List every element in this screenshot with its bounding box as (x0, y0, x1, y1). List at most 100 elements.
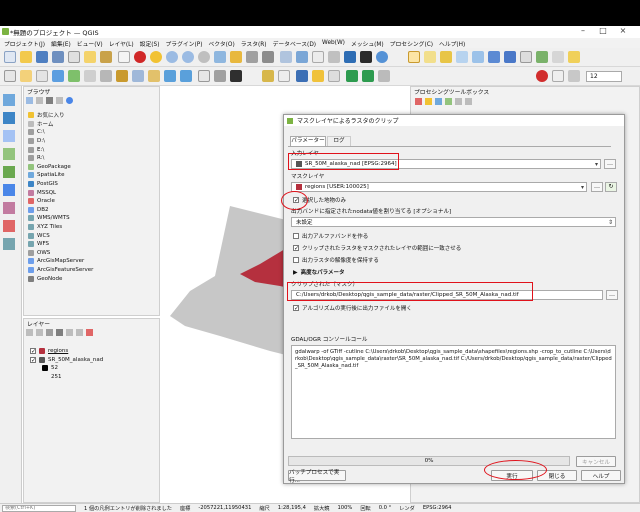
delete-selected-icon[interactable] (100, 70, 112, 82)
cancel-button[interactable]: キャンセル (576, 456, 616, 467)
history-icon[interactable] (435, 98, 442, 105)
tree-item-postgis[interactable]: PostGIS (28, 180, 158, 189)
menu-view[interactable]: ビュー(V) (77, 39, 103, 48)
identify-icon[interactable] (376, 51, 388, 63)
redo-icon[interactable] (180, 70, 192, 82)
filter-icon[interactable] (56, 329, 63, 336)
open-project-icon[interactable] (20, 51, 32, 63)
maximize-icon[interactable]: □ (594, 26, 612, 35)
tree-item-r[interactable]: R:\ (28, 154, 158, 163)
tree-item-d[interactable]: D:\ (28, 137, 158, 146)
collapse-icon[interactable] (76, 329, 83, 336)
snapping-tolerance-input[interactable]: 12 (586, 71, 622, 82)
georef-icon[interactable] (312, 70, 324, 82)
layout-manager-icon[interactable] (84, 51, 96, 63)
statistics-icon[interactable] (328, 51, 340, 63)
zoom-layer-icon[interactable] (230, 51, 242, 63)
locator-search-input[interactable]: 検索(Ctrl+K) (2, 504, 76, 512)
database-icon[interactable] (344, 51, 356, 63)
tree-item-xyz[interactable]: XYZ Tiles (28, 223, 158, 232)
refresh-icon[interactable] (26, 97, 33, 104)
python-icon[interactable] (360, 51, 372, 63)
abc-label-icon[interactable] (230, 70, 242, 82)
magnifier-readout[interactable]: 100% (338, 505, 353, 511)
add-mesh-icon[interactable] (3, 130, 15, 142)
tree-item-geopackage[interactable]: GeoPackage (28, 163, 158, 172)
layout-icon[interactable] (134, 51, 146, 63)
tree-item-favorites[interactable]: お気に入り (28, 111, 158, 120)
options-icon[interactable] (465, 98, 472, 105)
zoom-rubberband-icon[interactable] (198, 51, 210, 63)
edit-features-icon[interactable] (455, 98, 462, 105)
add-spatialite-icon[interactable] (3, 166, 15, 178)
add-oracle-icon[interactable] (3, 220, 15, 232)
iterate-icon[interactable]: ↻ (605, 182, 617, 192)
style-manager-icon[interactable] (100, 51, 112, 63)
digitize-icon[interactable] (4, 70, 16, 82)
label-icon[interactable] (198, 70, 210, 82)
processing-settings-icon[interactable] (488, 51, 500, 63)
scripts-icon[interactable] (425, 98, 432, 105)
menu-processing[interactable]: プロセシング(C) (390, 39, 433, 48)
add-mssql-icon[interactable] (3, 202, 15, 214)
add-raster-icon[interactable] (3, 112, 15, 124)
layer-item-raster[interactable]: ✓ SR_50M_alaska_nad (30, 356, 156, 365)
add-group-icon[interactable] (36, 329, 43, 336)
collapse-icon[interactable] (56, 97, 63, 104)
menu-edit[interactable]: 編集(E) (51, 39, 71, 48)
field-calculator-icon[interactable] (312, 51, 324, 63)
save-project-icon[interactable] (36, 51, 48, 63)
tree-item-home[interactable]: ホーム (28, 120, 158, 129)
mask-layer-select[interactable]: regions [USER:100025] ▾ (291, 182, 587, 192)
console-call-text[interactable]: gdalwarp -of GTiff -cutline C:\Users\drk… (291, 345, 616, 439)
annotation-icon[interactable] (568, 51, 580, 63)
tree-item-wcs[interactable]: WCS (28, 231, 158, 240)
cut-icon[interactable] (116, 70, 128, 82)
minimize-icon[interactable]: – (574, 26, 592, 35)
select-by-value-icon[interactable] (424, 51, 436, 63)
new-project-icon[interactable] (4, 51, 16, 63)
edit-pencil-icon[interactable] (20, 70, 32, 82)
tree-item-wfs[interactable]: WFS (28, 240, 158, 249)
add-point-icon[interactable] (52, 70, 64, 82)
add-vector-icon[interactable] (3, 94, 15, 106)
sum-icon[interactable] (520, 51, 532, 63)
open-output-checkbox[interactable]: ✓ アルゴリズムの実行後に出力ファイルを開く (293, 304, 412, 312)
python-console-icon[interactable] (296, 70, 308, 82)
batch-process-button[interactable]: バッチプロセスで実行... (288, 470, 346, 484)
tips-icon[interactable] (552, 51, 564, 63)
layer-style-icon[interactable] (26, 329, 33, 336)
zoom-out-icon[interactable] (182, 51, 194, 63)
tree-item-e[interactable]: E:\ (28, 145, 158, 154)
refresh-icon[interactable] (262, 51, 274, 63)
diagram-icon[interactable] (262, 70, 274, 82)
filter-icon[interactable] (46, 97, 53, 104)
undo-icon[interactable] (164, 70, 176, 82)
tree-item-c[interactable]: C:\ (28, 128, 158, 137)
deselect-icon[interactable] (440, 51, 452, 63)
mask-browse-button[interactable]: … (591, 182, 603, 192)
output-browse-button[interactable]: … (606, 290, 618, 300)
tree-item-mssql[interactable]: MSSQL (28, 188, 158, 197)
measure-icon[interactable] (536, 51, 548, 63)
results-icon[interactable] (445, 98, 452, 105)
help-button[interactable]: ヘルプ (581, 470, 621, 481)
crop-to-cutline-checkbox[interactable]: ✓ クリップされたラスタをマスクされたレイヤの範囲に一致させる (293, 244, 461, 252)
menu-vector[interactable]: ベクタ(O) (208, 39, 234, 48)
menu-web[interactable]: Web(W) (322, 40, 345, 46)
tab-log[interactable]: ログ (327, 136, 351, 146)
tracing-icon[interactable] (568, 70, 580, 82)
close-icon[interactable]: × (614, 26, 632, 35)
nodata-spinbox[interactable]: 未設定 ⇕ (291, 217, 616, 227)
menu-help[interactable]: ヘルプ(H) (439, 39, 465, 48)
snapping-icon[interactable] (536, 70, 548, 82)
coordinate-readout[interactable]: -2057221,11950431 (198, 505, 251, 511)
zoom-in-icon[interactable] (166, 51, 178, 63)
info-icon[interactable] (66, 97, 73, 104)
vertex-tool-icon[interactable] (84, 70, 96, 82)
tree-item-ows[interactable]: OWS (28, 249, 158, 258)
temporal-icon[interactable] (378, 70, 390, 82)
map-tips-icon[interactable] (328, 70, 340, 82)
zoom-full-icon[interactable] (214, 51, 226, 63)
menu-raster[interactable]: ラスタ(R) (241, 39, 267, 48)
